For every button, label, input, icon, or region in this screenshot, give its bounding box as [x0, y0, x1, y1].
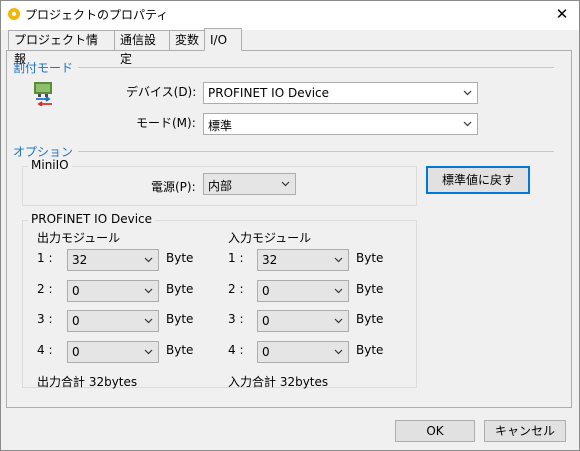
device-select[interactable]: PROFINET IO Device [203, 82, 478, 104]
input-row-index: 1 : [228, 251, 244, 265]
input-unit: Byte [356, 343, 384, 357]
output-unit: Byte [166, 343, 194, 357]
device-select-value: PROFINET IO Device [208, 86, 330, 100]
input-unit: Byte [356, 312, 384, 326]
output-total: 出力合計 32bytes [37, 375, 138, 389]
options-divider [78, 151, 554, 152]
chevron-down-icon [144, 257, 153, 263]
tab-variables[interactable]: 変数 [169, 30, 205, 50]
input-module-4-value: 0 [262, 345, 270, 359]
chevron-down-icon [463, 90, 472, 96]
assign-mode-divider [78, 67, 554, 68]
output-row-index: 2 : [37, 282, 53, 296]
input-module-2-value: 0 [262, 284, 270, 298]
output-module-4-value: 0 [72, 345, 80, 359]
output-module-1-select[interactable]: 32 [67, 249, 159, 271]
mode-select-value: 標準 [208, 119, 233, 133]
tab-io[interactable]: I/O [204, 28, 242, 51]
output-module-1-value: 32 [72, 253, 88, 267]
input-total: 入力合計 32bytes [228, 375, 329, 389]
chevron-down-icon [334, 257, 343, 263]
input-module-1-value: 32 [262, 253, 278, 267]
reset-defaults-button[interactable]: 標準値に戻す [426, 166, 530, 194]
chevron-down-icon [281, 181, 290, 187]
chevron-down-icon [334, 288, 343, 294]
output-module-2-select[interactable]: 0 [67, 280, 159, 302]
input-module-3-select[interactable]: 0 [257, 310, 349, 332]
chevron-down-icon [144, 288, 153, 294]
output-row-index: 1 : [37, 251, 53, 265]
output-module-3-select[interactable]: 0 [67, 310, 159, 332]
power-label: 電源(P): [151, 180, 196, 194]
chevron-down-icon [144, 349, 153, 355]
input-row-index: 2 : [228, 282, 244, 296]
output-unit: Byte [166, 251, 194, 265]
profinet-group-title: PROFINET IO Device [28, 212, 156, 226]
output-row-index: 3 : [37, 312, 53, 326]
input-row-index: 4 : [228, 343, 244, 357]
output-module-header: 出力モジュール [37, 231, 121, 245]
io-device-icon [34, 82, 52, 106]
mode-select[interactable]: 標準 [203, 113, 478, 135]
input-unit: Byte [356, 282, 384, 296]
cancel-button[interactable]: キャンセル [484, 420, 566, 442]
input-module-3-value: 0 [262, 314, 270, 328]
assign-mode-section-label: 割付モード [13, 61, 74, 75]
input-module-header: 入力モジュール [228, 231, 312, 245]
output-unit: Byte [166, 282, 194, 296]
power-select[interactable]: 内部 [203, 173, 296, 195]
chevron-down-icon [334, 318, 343, 324]
power-select-value: 内部 [208, 179, 233, 193]
output-module-4-select[interactable]: 0 [67, 341, 159, 363]
input-module-4-select[interactable]: 0 [257, 341, 349, 363]
window-title: プロジェクトのプロパティ [25, 8, 169, 22]
miniio-group-title: MiniIO [28, 158, 72, 172]
close-button[interactable]: ✕ [548, 2, 576, 26]
ok-button[interactable]: OK [395, 420, 475, 442]
mode-label: モード(M): [136, 116, 196, 130]
output-row-index: 4 : [37, 343, 53, 357]
device-label: デバイス(D): [126, 85, 197, 99]
input-unit: Byte [356, 251, 384, 265]
chevron-down-icon [334, 349, 343, 355]
input-row-index: 3 : [228, 312, 244, 326]
input-module-2-select[interactable]: 0 [257, 280, 349, 302]
tab-project-info[interactable]: プロジェクト情報 [8, 30, 115, 66]
project-properties-icon [8, 8, 20, 20]
chevron-down-icon [144, 318, 153, 324]
output-module-3-value: 0 [72, 314, 80, 328]
input-module-1-select[interactable]: 32 [257, 249, 349, 271]
output-module-2-value: 0 [72, 284, 80, 298]
chevron-down-icon [463, 121, 472, 127]
tab-communication[interactable]: 通信設定 [114, 30, 170, 66]
output-unit: Byte [166, 312, 194, 326]
